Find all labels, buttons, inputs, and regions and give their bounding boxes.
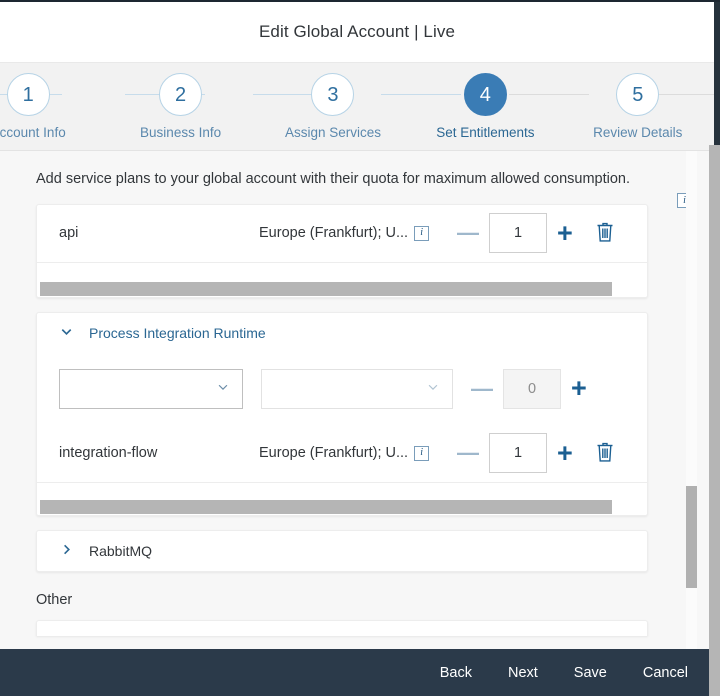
region-text: Europe (Frankfurt); U... [259,225,409,242]
section-label-other: Other [36,591,73,608]
dialog-title: Edit Global Account | Live [258,22,456,41]
wizard-step-label: Set Entitlements [436,125,535,140]
entitlement-cards: api Europe (Frankfurt); U... i — 1 + Pro… [0,203,714,636]
save-button[interactable]: Save [574,665,607,681]
next-card-stub [36,619,648,636]
dialog-header: Edit Global Account | Live [0,2,714,63]
wizard-step-number: 3 [311,73,355,116]
intro-section: Add service plans to your global account… [0,151,714,208]
decrement-button[interactable]: — [457,442,479,464]
chevron-down-icon[interactable] [59,324,81,342]
api-service-card: api Europe (Frankfurt); U... i — 1 + [36,203,648,298]
back-button[interactable]: Back [440,665,472,681]
screen: Edit Global Account | Live 1 Account Inf… [0,0,720,696]
chevron-down-icon [216,380,230,397]
quantity-stepper: — 1 + [457,213,573,254]
service-plan-name: api [59,225,79,242]
content-scrollbar[interactable] [686,151,697,649]
window-top-edge [0,0,720,2]
horizontal-scrollbar-thumb[interactable] [40,281,612,296]
content-scrollbar-thumb[interactable] [686,486,697,588]
card-header[interactable]: RabbitMQ [37,531,647,571]
wizard-step-label: Account Info [0,125,66,140]
wizard-progress: 1 Account Info 2 Business Info 3 Assign … [0,63,714,151]
trash-icon[interactable] [595,441,617,465]
wizard-step-review-details[interactable]: 5 Review Details [572,73,704,140]
plan-select[interactable] [261,368,453,409]
wizard-step-label: Review Details [593,125,683,140]
wizard-step-label: Business Info [140,125,222,140]
region-info-icon[interactable]: i [414,225,430,241]
increment-button[interactable]: + [557,439,573,467]
wizard-step-number: 4 [463,73,507,116]
quantity-input[interactable]: 0 [503,368,561,409]
table-row-empty [37,483,647,499]
table-row: integration-flow Europe (Frankfurt); U..… [37,425,647,483]
intro-text: Add service plans to your global account… [36,171,630,187]
dialog-footer: Back Next Save Cancel [0,649,714,696]
wizard-steps: 1 Account Info 2 Business Info 3 Assign … [0,73,714,140]
increment-button[interactable]: + [571,375,587,402]
cancel-button[interactable]: Cancel [643,665,688,681]
decrement-button[interactable]: — [457,222,479,244]
wizard-step-assign-services[interactable]: 3 Assign Services [267,73,399,140]
wizard-step-account-info[interactable]: 1 Account Info [0,73,94,140]
wizard-step-number: 1 [6,73,50,116]
quantity-input[interactable]: 1 [489,433,547,474]
decrement-button[interactable]: — [471,377,493,400]
table-row: api Europe (Frankfurt); U... i — 1 + [37,205,647,263]
trash-icon[interactable] [595,221,617,245]
horizontal-scrollbar[interactable] [37,280,647,297]
card-header[interactable]: Process Integration Runtime [37,313,647,353]
wizard-step-number: 2 [159,73,203,116]
rabbitmq-card: RabbitMQ [36,529,648,572]
card-title: RabbitMQ [89,542,153,559]
wizard-step-label: Assign Services [284,125,381,140]
dialog-body: Add service plans to your global account… [0,151,714,649]
service-plan-name: integration-flow [59,445,158,462]
quantity-input[interactable]: 1 [489,213,547,254]
increment-button[interactable]: + [557,219,573,247]
horizontal-scrollbar-thumb[interactable] [40,499,612,514]
region-text: Europe (Frankfurt); U... [259,445,409,462]
service-plan-region: Europe (Frankfurt); U... i [259,225,457,241]
add-entitlement-editor: — 0 + Add [37,353,647,425]
table-row-empty [37,263,647,281]
process-integration-runtime-card: Process Integration Runtime — 0 + integr… [36,311,648,516]
page-scrollbar[interactable] [709,145,720,696]
card-title: Process Integration Runtime [89,324,266,341]
edit-global-account-dialog: Edit Global Account | Live 1 Account Inf… [0,2,714,696]
service-select[interactable] [59,368,243,409]
wizard-step-set-entitlements[interactable]: 4 Set Entitlements [419,73,551,140]
service-plan-region: Europe (Frankfurt); U... i [259,445,457,461]
region-info-icon[interactable]: i [414,445,430,461]
page-scrollbar-thumb[interactable] [709,145,720,696]
horizontal-scrollbar[interactable] [37,498,647,515]
chevron-down-icon [426,380,440,397]
quantity-stepper: — 1 + [457,433,573,474]
chevron-right-icon[interactable] [59,542,81,560]
wizard-step-number: 5 [616,73,660,116]
next-button[interactable]: Next [508,665,538,681]
wizard-step-business-info[interactable]: 2 Business Info [115,73,247,140]
quantity-stepper-new: — 0 + [471,368,587,409]
